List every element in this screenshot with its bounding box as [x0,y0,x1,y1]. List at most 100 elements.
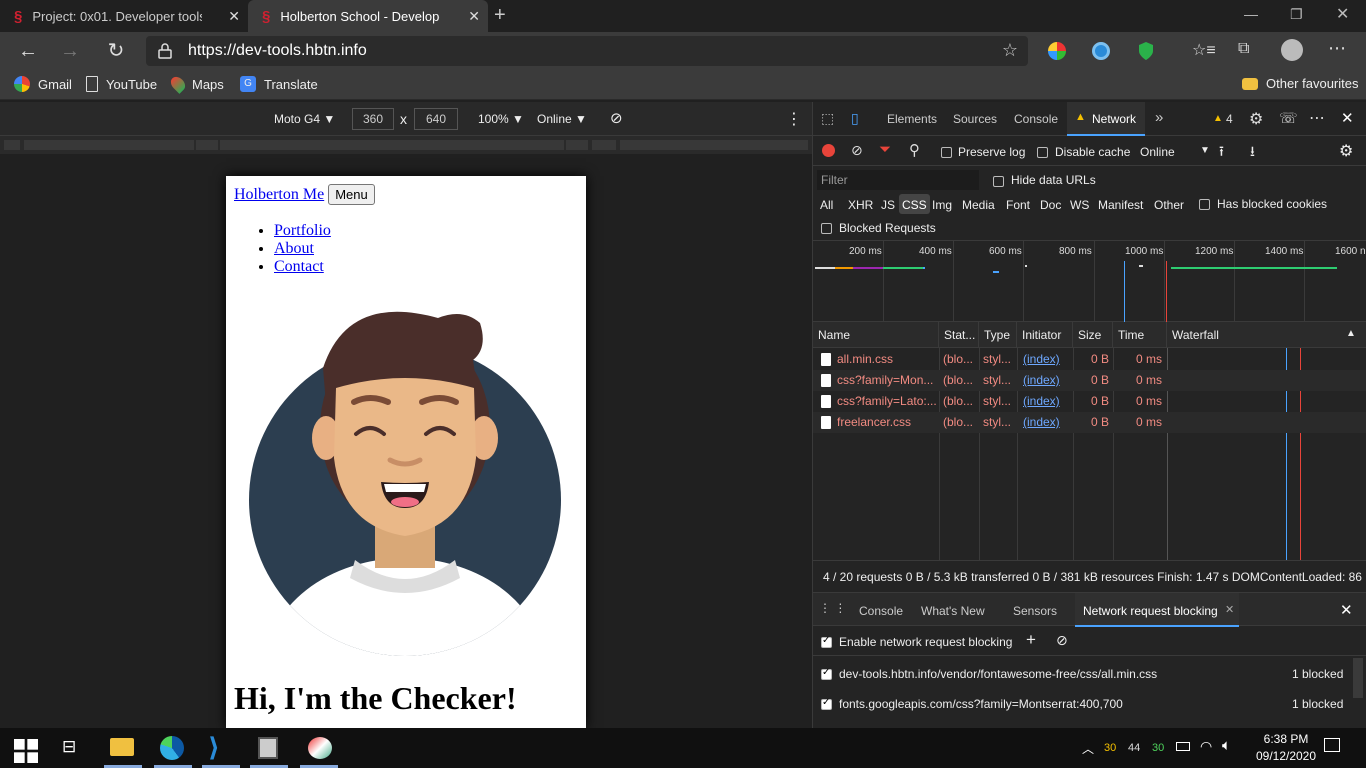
has-blocked-cookies-checkbox[interactable] [1199,197,1210,211]
overview-timeline[interactable]: 200 ms 400 ms 600 ms 800 ms 1000 ms 1200… [813,240,1366,323]
more-tabs-icon[interactable]: » [1155,109,1163,126]
wifi-icon[interactable]: ◠ [1200,738,1212,755]
address-field[interactable]: https://dev-tools.hbtn.info ☆ [146,36,1028,66]
clock-date[interactable]: 09/12/2020 [1248,749,1324,763]
table-row[interactable]: css?family=Mon... (blo... styl... (index… [813,370,1366,391]
windows-start-icon[interactable] [14,739,38,763]
col-name[interactable]: Name [813,322,939,348]
warning-count-icon[interactable]: ▲ [1213,113,1223,124]
warning-count[interactable]: 4 [1226,112,1233,126]
menu-button[interactable]: Menu [328,184,375,205]
device-height-input[interactable]: 640 [414,108,458,130]
network-settings-icon[interactable]: ⚙ [1339,141,1353,161]
enable-blocking-checkbox[interactable] [821,635,832,649]
pattern-checkbox[interactable] [821,667,832,681]
bookmark-youtube[interactable]: YouTube [86,76,157,92]
col-waterfall[interactable]: Waterfall [1167,322,1366,348]
device-width-input[interactable]: 360 [352,108,394,130]
close-devtools-icon[interactable]: ✕ [1341,109,1354,127]
export-har-icon[interactable]: ⭳ [1250,141,1255,165]
tab-elements[interactable]: Elements [887,112,937,126]
restore-icon[interactable]: ❐ [1290,6,1303,23]
pattern-checkbox[interactable] [821,697,832,711]
preserve-log-checkbox[interactable] [941,145,952,159]
request-initiator[interactable]: (index) [1023,373,1060,387]
blocked-pattern-row[interactable]: fonts.googleapis.com/css?family=Montserr… [813,688,1366,718]
col-status[interactable]: Stat... [939,322,979,348]
type-manifest[interactable]: Manifest [1098,198,1143,212]
search-icon[interactable]: ⚲ [909,141,920,159]
other-favourites[interactable]: Other favourites [1242,76,1359,91]
type-ws[interactable]: WS [1070,198,1089,212]
table-row[interactable]: freelancer.css (blo... styl... (index) 0… [813,412,1366,433]
tab-project[interactable]: § Project: 0x01. Developer tools | H ✕ [0,0,248,32]
settings-gear-icon[interactable]: ⚙ [1249,109,1263,129]
battery-icon[interactable] [1176,742,1190,751]
request-initiator[interactable]: (index) [1023,415,1060,429]
col-time[interactable]: Time [1113,322,1167,348]
close-drawer-icon[interactable]: ✕ [1340,601,1353,619]
drawer-tab-console[interactable]: Console [859,604,903,618]
blocked-requests-checkbox[interactable] [821,221,832,235]
import-har-icon[interactable]: ⭱ [1219,141,1224,165]
media-query-segment[interactable] [620,140,808,150]
clear-icon[interactable]: ⊘ [851,142,863,159]
refresh-icon[interactable]: ↻ [102,38,130,64]
bookmark-gmail[interactable]: Gmail [14,76,72,92]
lock-icon[interactable] [158,43,172,59]
forward-icon[interactable]: → [56,38,84,64]
blocked-pattern-row[interactable]: dev-tools.hbtn.info/vendor/fontawesome-f… [813,658,1366,688]
type-font[interactable]: Font [1006,198,1030,212]
bookmark-translate[interactable]: G Translate [240,76,318,92]
extension-chrome-icon[interactable] [1048,42,1066,60]
remove-all-patterns-icon[interactable]: ⊘ [1056,632,1068,649]
drawer-menu-icon[interactable]: ⋮ ⋮ [819,601,846,615]
feedback-icon[interactable]: ☏ [1279,109,1298,127]
type-img[interactable]: Img [932,198,952,212]
type-media[interactable]: Media [962,198,995,212]
paint-app-icon[interactable] [308,737,332,759]
request-initiator[interactable]: (index) [1023,352,1060,366]
vscode-icon[interactable]: ⟩ [208,732,220,763]
inspect-element-icon[interactable]: ⬚ [821,110,834,127]
favorite-star-icon[interactable]: ☆ [1002,40,1018,61]
new-tab-icon[interactable]: + [494,4,506,27]
type-css[interactable]: CSS [899,194,930,214]
volume-icon[interactable]: 🔈︎ [1222,737,1231,754]
col-initiator[interactable]: Initiator [1017,322,1073,348]
media-query-segment[interactable] [24,140,194,150]
window-close-icon[interactable]: ✕ [1336,4,1349,24]
throttle-select[interactable]: Online [1140,145,1175,159]
show-hidden-icons-icon[interactable]: ︿ [1082,740,1094,757]
media-query-segment[interactable] [4,140,20,150]
device-toggle-icon[interactable]: ▯ [851,110,859,127]
add-pattern-icon[interactable]: + [1026,630,1036,650]
rotate-icon[interactable]: ⊘ [610,109,623,127]
minimize-icon[interactable]: — [1244,6,1258,22]
type-xhr[interactable]: XHR [848,198,873,212]
tab-holberton-dev[interactable]: § Holberton School - Developer to ✕ [248,0,488,32]
hide-data-urls-checkbox[interactable] [993,174,1004,188]
disable-cache-checkbox[interactable] [1037,145,1048,159]
extension-search-icon[interactable] [1092,42,1110,60]
scrollbar[interactable] [1353,658,1363,698]
shield-extension-icon[interactable] [1137,41,1155,61]
close-tab-icon[interactable]: ✕ [228,8,240,25]
nav-link-portfolio[interactable]: Portfolio [274,222,331,239]
tab-network[interactable]: ▲ Network [1067,102,1145,136]
profile-avatar-icon[interactable] [1281,39,1303,61]
media-query-segment[interactable] [592,140,616,150]
drawer-tab-sensors[interactable]: Sensors [1013,604,1057,618]
clock-time[interactable]: 6:38 PM [1256,732,1316,746]
sort-ascending-icon[interactable]: ▲ [1346,328,1356,339]
chevron-down-icon[interactable]: ▼ [1200,145,1210,156]
edge-icon[interactable] [160,736,184,760]
type-doc[interactable]: Doc [1040,198,1061,212]
tab-sources[interactable]: Sources [953,112,997,126]
record-icon[interactable] [822,144,835,157]
tab-console[interactable]: Console [1014,112,1058,126]
type-other[interactable]: Other [1154,198,1184,212]
file-explorer-icon[interactable] [110,738,134,756]
more-options-icon[interactable]: ⋯ [1328,38,1346,59]
filter-icon[interactable]: ⏷ [879,141,891,158]
